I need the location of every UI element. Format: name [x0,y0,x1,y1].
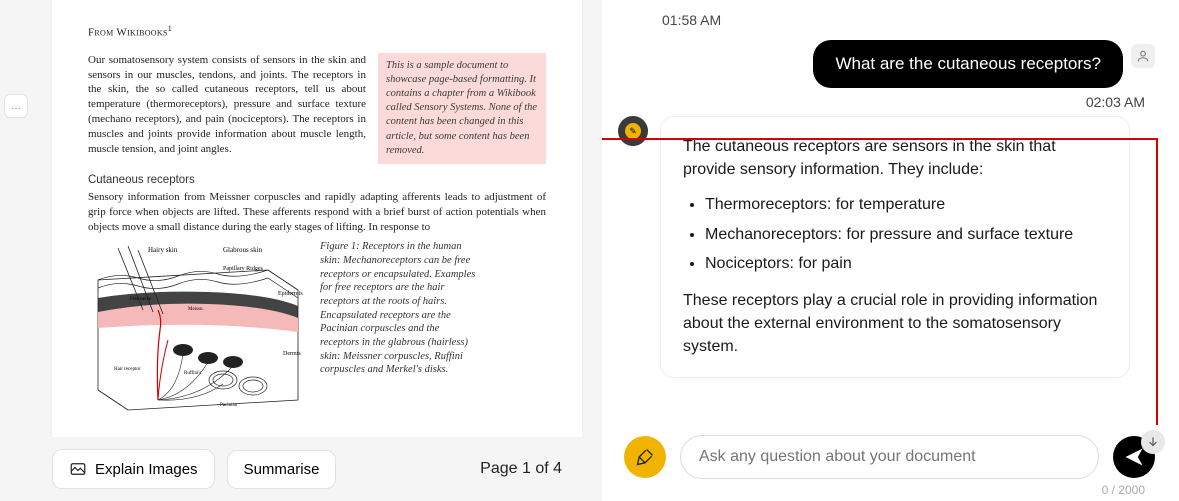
explain-images-button[interactable]: Explain Images [52,449,215,489]
svg-text:Ruffini's: Ruffini's [184,371,201,376]
document-toolbar: Explain Images Summarise Page 1 of 4 [32,437,602,501]
page-header-text: From Wikibooks [88,27,168,39]
summarise-label: Summarise [244,461,320,478]
chat-input-bar [602,425,1179,483]
page-header-sup: 1 [168,24,172,33]
ai-bullet-3: Nociceptors: for pain [705,252,1107,275]
paragraph-2: Sensory information from Meissner corpus… [88,190,546,235]
timestamp-2: 02:03 AM [618,94,1145,110]
section-subhead: Cutaneous receptors [88,174,546,186]
summarise-button[interactable]: Summarise [227,450,337,489]
scroll-down-button[interactable] [1141,430,1165,454]
user-message: What are the cutaneous receptors? [813,40,1123,88]
broom-icon [635,447,655,467]
left-toolbar: … [0,0,32,501]
image-icon [69,460,87,478]
timestamp-1: 01:58 AM [662,12,1155,28]
fig-label-epi: Epidermis [278,291,303,297]
svg-text:Pacinian: Pacinian [220,403,238,408]
ai-message: The cutaneous receptors are sensors in t… [660,116,1130,378]
char-counter: 0 / 2000 [602,483,1179,501]
ai-avatar-icon: ✎ [618,116,648,146]
fig-label-glab: Glabrous skin [223,246,263,254]
svg-text:Free nerve: Free nerve [130,297,152,302]
page-indicator: Page 1 of 4 [480,460,562,478]
fig-label-derm: Dermis [283,351,301,357]
skin-diagram: Hairy skin Glabrous skin Papillary Ridge… [88,240,308,420]
chat-input-wrap[interactable] [680,435,1099,479]
ai-message-intro: The cutaneous receptors are sensors in t… [683,135,1107,181]
user-avatar-icon [1131,44,1155,68]
sample-callout: This is a sample document to showcase pa… [378,53,546,164]
page-header: From Wikibooks1 [88,24,546,39]
ai-bullet-2: Mechanoreceptors: for pressure and surfa… [705,223,1107,246]
figure-caption: Figure 1: Receptors in the human skin: M… [320,240,480,420]
chat-body[interactable]: 01:58 AM What are the cutaneous receptor… [602,0,1179,425]
toolbar-more-button[interactable]: … [4,94,28,118]
chat-input[interactable] [699,448,1080,466]
ai-bullet-1: Thermoreceptors: for temperature [705,193,1107,216]
document-viewport[interactable]: From Wikibooks1 Our somatosensory system… [32,0,602,437]
intro-paragraph: Our somatosensory system consists of sen… [88,53,366,164]
document-page: From Wikibooks1 Our somatosensory system… [52,0,582,437]
fig-label-hairy: Hairy skin [148,246,178,254]
ai-message-outro: These receptors play a crucial role in p… [683,289,1107,359]
document-panel: From Wikibooks1 Our somatosensory system… [32,0,602,501]
svg-text:Meissn.: Meissn. [188,307,204,312]
ai-message-list: Thermoreceptors: for temperature Mechano… [705,193,1107,275]
clear-button[interactable] [624,436,666,478]
explain-images-label: Explain Images [95,461,198,478]
svg-text:Hair receptor: Hair receptor [114,367,141,372]
chat-panel: 01:58 AM What are the cutaneous receptor… [602,0,1179,501]
send-icon [1124,447,1144,467]
